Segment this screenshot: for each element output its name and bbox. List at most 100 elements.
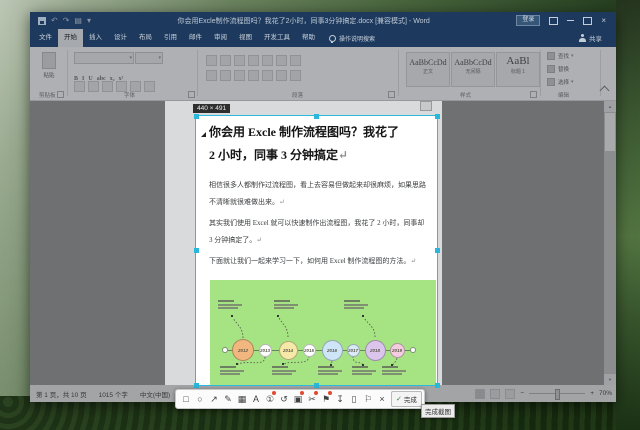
ribbon-display-options-icon[interactable]	[549, 16, 559, 25]
paragraph-button-icon[interactable]	[276, 55, 287, 66]
style-card[interactable]: AaBl 标题 1	[496, 52, 540, 87]
snip-selection[interactable]: 你会用 Excle 制作流程图吗？我花了 2 小时，同事 3 分钟搞定↵ 相信很多…	[196, 116, 437, 385]
paragraph-button-icon[interactable]	[234, 70, 245, 81]
paste-button[interactable]: 粘贴	[39, 52, 59, 82]
pen-tool[interactable]: ✎	[221, 391, 235, 407]
tell-me-box[interactable]: 操作说明搜索	[329, 34, 375, 43]
zoom-level[interactable]: 70%	[599, 390, 612, 397]
text-tool[interactable]: A	[249, 391, 263, 407]
minimize-button[interactable]	[567, 20, 575, 21]
paragraph-button-icon[interactable]	[206, 70, 217, 81]
paragraph-button-icon[interactable]	[248, 70, 259, 81]
font-name-combo[interactable]: ▾	[74, 52, 134, 64]
pin-tool[interactable]: ⚑	[319, 391, 333, 407]
redo-icon[interactable]: ↷	[63, 16, 70, 25]
selection-handle[interactable]	[314, 113, 319, 119]
paragraph-button-icon[interactable]	[262, 70, 273, 81]
paragraph-button-icon[interactable]	[290, 55, 301, 66]
scroll-up-icon[interactable]: ▲	[604, 101, 616, 112]
doc-paragraph: 相信很多人都制作过流程图，看上去容易但做起来却很麻烦，如果思路 不清晰就很难做出来…	[209, 177, 427, 211]
font-button-icon[interactable]	[102, 81, 113, 92]
selection-handle[interactable]	[193, 113, 199, 119]
editing-item-3[interactable]: 选择 ▾	[547, 78, 574, 86]
save-icon[interactable]	[38, 16, 46, 25]
styles-dialog-launcher[interactable]	[530, 91, 537, 98]
selection-handle[interactable]	[434, 248, 440, 253]
selection-handle[interactable]	[314, 382, 319, 388]
scrollbar-thumb[interactable]	[605, 113, 615, 151]
timeline-node-2018: 2018	[364, 339, 386, 361]
done-button[interactable]: ✓ 完成	[391, 391, 422, 407]
font-size-combo[interactable]: ▾	[135, 52, 163, 64]
word-count[interactable]: 1015 个字	[99, 389, 128, 399]
language-indicator[interactable]: 中文(中国)	[140, 389, 170, 399]
zoom-slider[interactable]	[529, 389, 586, 400]
scroll-capture-tool[interactable]: ▣	[291, 391, 305, 407]
paragraph-dialog-launcher[interactable]	[388, 91, 395, 98]
view-print-layout-button[interactable]	[475, 388, 486, 399]
ribbon-tab[interactable]: 布局	[133, 29, 158, 47]
view-read-mode-button[interactable]	[505, 388, 516, 399]
selection-handle[interactable]	[434, 382, 440, 388]
ribbon-tab[interactable]: 帮助	[296, 29, 321, 47]
ellipse-tool[interactable]: ○	[193, 391, 207, 407]
font-button-icon[interactable]	[144, 81, 155, 92]
save-tool[interactable]: ↧	[333, 391, 347, 407]
ribbon-tab[interactable]: 审阅	[208, 29, 233, 47]
undo-icon[interactable]: ↶	[51, 16, 58, 25]
group-divider	[398, 50, 399, 96]
ribbon-tab[interactable]: 邮件	[183, 29, 208, 47]
mosaic-tool[interactable]: ▦	[235, 391, 249, 407]
style-card[interactable]: AaBbCcDd 正文	[406, 52, 450, 87]
undo-tool[interactable]: ↺	[277, 391, 291, 407]
paragraph-button-icon[interactable]	[248, 55, 259, 66]
paragraph-button-icon[interactable]	[206, 55, 217, 66]
zoom-slider-thumb[interactable]	[555, 389, 561, 400]
ribbon-tab[interactable]: 引用	[158, 29, 183, 47]
record-tool[interactable]: ✂	[305, 391, 319, 407]
paragraph-button-icon[interactable]	[262, 55, 273, 66]
ribbon-tab[interactable]: 开始	[58, 29, 83, 47]
pin-tool-glyph: ⚑	[321, 393, 331, 404]
flowchart-image[interactable]: 2012 2013 2014 2015 2016 2017 2018 2019	[210, 280, 436, 385]
ribbon-tab[interactable]: 设计	[108, 29, 133, 47]
bookmark-tool[interactable]: ⚐	[361, 391, 375, 407]
ribbon-tab[interactable]: 开发工具	[258, 29, 296, 47]
editing-item-2[interactable]: 替换	[547, 65, 569, 73]
collapse-ribbon-icon[interactable]	[599, 85, 610, 96]
page-indicator[interactable]: 第 1 页，共 10 页	[36, 389, 87, 399]
signin-button[interactable]: 登录	[516, 14, 541, 27]
selection-handle[interactable]	[434, 113, 440, 119]
selection-handle[interactable]	[193, 382, 199, 388]
zoom-out-button[interactable]: −	[520, 390, 524, 397]
font-dialog-launcher[interactable]	[188, 91, 195, 98]
share-button[interactable]: 共享	[579, 33, 602, 43]
selection-handle[interactable]	[193, 248, 199, 253]
ribbon-tab[interactable]: 视图	[233, 29, 258, 47]
arrow-tool[interactable]: ↗	[207, 391, 221, 407]
style-card[interactable]: AaBbCcDd 无间隔	[451, 52, 495, 87]
ribbon-tab[interactable]: 文件	[33, 29, 58, 47]
paragraph-button-icon[interactable]	[290, 70, 301, 81]
clipboard-group-label: 剪贴板	[39, 93, 56, 99]
maximize-button[interactable]	[583, 16, 593, 25]
view-web-layout-button[interactable]	[490, 388, 501, 399]
close-button[interactable]: ×	[601, 16, 606, 25]
paragraph-button-icon[interactable]	[234, 55, 245, 66]
close-tool[interactable]: ×	[375, 391, 389, 407]
paragraph-button-icon[interactable]	[276, 70, 287, 81]
ribbon-tab[interactable]: 插入	[83, 29, 108, 47]
paragraph-button-icon[interactable]	[220, 55, 231, 66]
rect-tool[interactable]: □	[179, 391, 193, 407]
clipboard-dialog-launcher[interactable]	[57, 91, 64, 98]
vertical-scrollbar[interactable]: ▲ ▼	[604, 101, 616, 385]
zoom-in-button[interactable]: +	[590, 390, 594, 397]
font-button-icon[interactable]	[74, 81, 85, 92]
scroll-down-icon[interactable]: ▼	[604, 374, 616, 385]
device-tool[interactable]: ▯	[347, 391, 361, 407]
paragraph-button-icon[interactable]	[220, 70, 231, 81]
font-button-icon[interactable]	[88, 81, 99, 92]
counter-tool[interactable]: ①	[263, 391, 277, 407]
stamp-icon[interactable]: ▤	[74, 16, 82, 25]
editing-item-1[interactable]: 查找 ▾	[547, 52, 574, 60]
